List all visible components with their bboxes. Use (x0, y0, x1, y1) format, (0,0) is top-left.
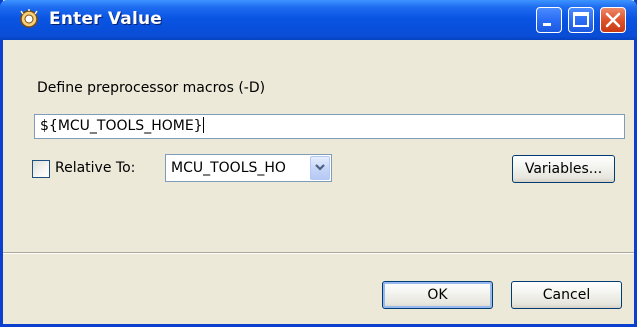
macro-value-input[interactable]: ${MCU_TOOLS_HOME} (34, 114, 625, 139)
title-bar[interactable]: Enter Value (0, 0, 637, 40)
text-caret (202, 117, 204, 133)
enter-value-dialog: Enter Value Define preprocessor macros (… (0, 0, 637, 327)
variables-button[interactable]: Variables... (512, 155, 615, 183)
relative-to-combo[interactable]: MCU_TOOLS_HO (165, 154, 332, 182)
macro-value-text: ${MCU_TOOLS_HOME} (40, 118, 203, 134)
maximize-button[interactable] (568, 7, 594, 33)
minimize-button[interactable] (536, 7, 562, 33)
close-button[interactable] (600, 7, 626, 33)
cancel-button[interactable]: Cancel (511, 281, 622, 309)
dialog-separator (3, 252, 634, 254)
define-macros-label: Define preprocessor macros (-D) (37, 80, 266, 96)
relative-to-checkbox[interactable] (32, 160, 50, 178)
maximize-icon (573, 12, 589, 27)
ok-button[interactable]: OK (382, 281, 493, 309)
minimize-icon (543, 23, 551, 26)
close-icon (605, 12, 621, 28)
chevron-down-icon (315, 164, 325, 171)
relative-to-label: Relative To: (55, 160, 136, 176)
eclipse-gear-icon (18, 8, 40, 30)
dialog-title: Enter Value (49, 9, 163, 29)
relative-to-combo-value: MCU_TOOLS_HO (171, 160, 286, 176)
dropdown-arrow-button[interactable] (310, 156, 330, 180)
